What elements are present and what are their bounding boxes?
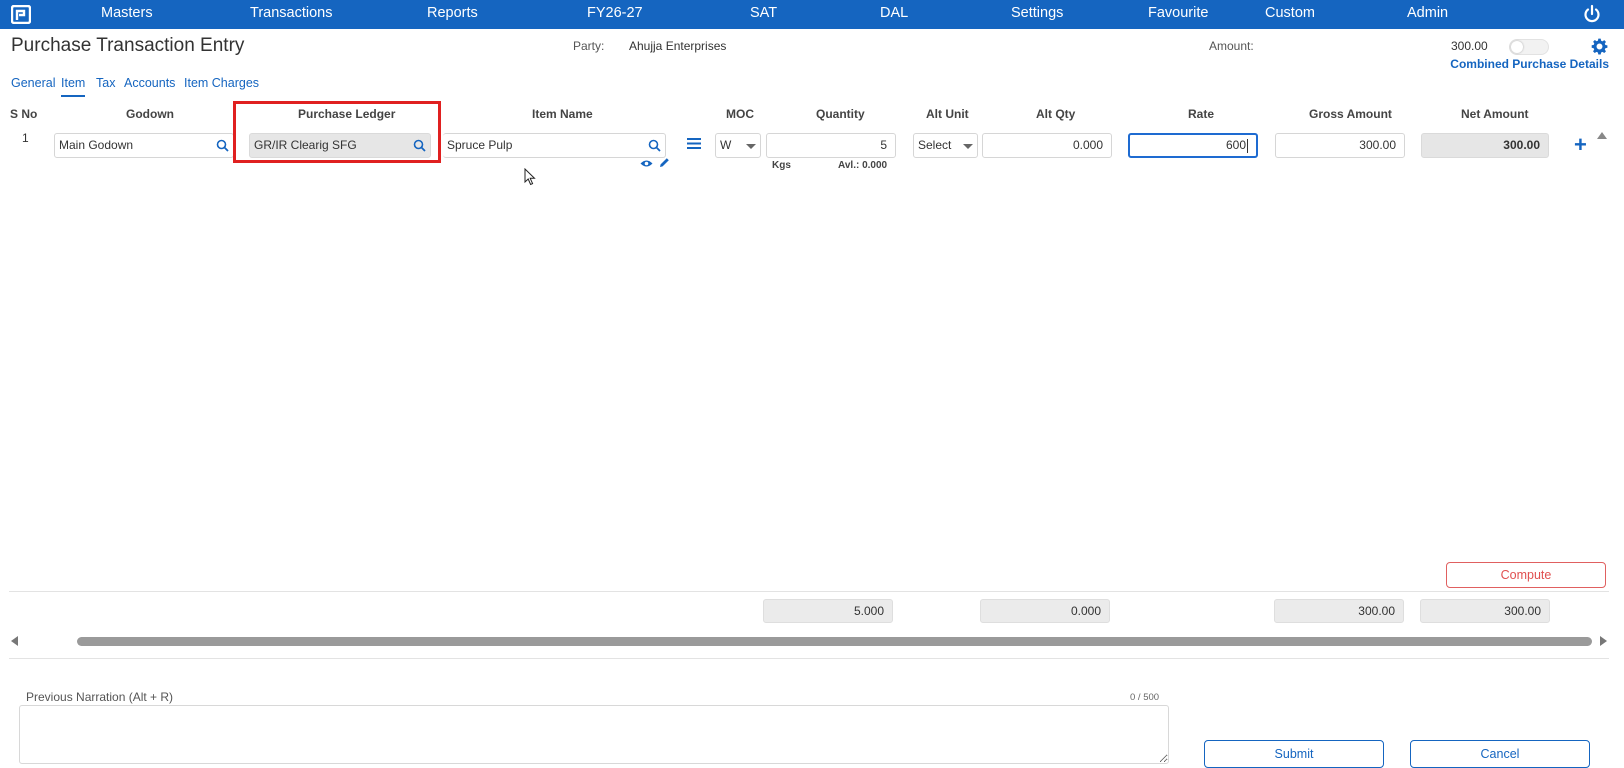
add-row-plus-icon[interactable]: + [1574, 134, 1587, 156]
col-header-gross-amount: Gross Amount [1309, 107, 1392, 121]
app-logo-icon[interactable] [11, 5, 31, 24]
total-alt-qty: 0.000 [980, 599, 1110, 623]
nav-fiscal-year[interactable]: FY26-27 [587, 0, 643, 29]
top-nav-bar: Masters Transactions Reports FY26-27 SAT… [0, 0, 1624, 29]
mouse-cursor-icon [524, 168, 536, 186]
combined-purchase-details-link[interactable]: Combined Purchase Details [1450, 57, 1609, 71]
nav-reports[interactable]: Reports [427, 0, 478, 29]
col-header-rate: Rate [1188, 107, 1215, 121]
scroll-up-arrow-icon[interactable] [1597, 132, 1607, 139]
rate-value: 600 [1225, 138, 1246, 152]
page-title: Purchase Transaction Entry [11, 35, 245, 56]
col-header-quantity: Quantity [816, 107, 865, 121]
narration-textarea[interactable] [19, 705, 1169, 764]
row-sno: 1 [22, 131, 29, 145]
gear-icon[interactable] [1591, 38, 1608, 55]
godown-field[interactable]: Main Godown [54, 133, 234, 158]
narration-divider [9, 658, 1609, 659]
nav-settings[interactable]: Settings [1011, 0, 1063, 29]
col-header-item-name: Item Name [532, 107, 593, 121]
totals-divider [9, 591, 1609, 592]
godown-search-icon[interactable] [216, 139, 229, 152]
compute-button[interactable]: Compute [1446, 562, 1606, 588]
quantity-unit: Kgs [772, 160, 791, 171]
item-name-value: Spruce Pulp [447, 138, 513, 152]
party-value: Ahujja Enterprises [629, 39, 727, 53]
godown-value: Main Godown [59, 138, 134, 152]
party-label: Party: [573, 39, 605, 53]
quantity-value: 5 [880, 138, 887, 152]
net-amount-value: 300.00 [1503, 138, 1540, 152]
submit-button[interactable]: Submit [1204, 740, 1384, 768]
pencil-icon[interactable] [659, 157, 670, 168]
moc-chevron-down-icon [746, 144, 756, 149]
item-name-field[interactable]: Spruce Pulp [443, 133, 666, 158]
alt-qty-field[interactable]: 0.000 [982, 133, 1112, 158]
col-header-alt-unit: Alt Unit [926, 107, 969, 121]
moc-select[interactable]: W [715, 133, 761, 158]
amount-toggle[interactable] [1509, 39, 1549, 55]
total-gross-amount: 300.00 [1274, 599, 1404, 623]
moc-value: W [720, 138, 732, 152]
tab-tax[interactable]: Tax [96, 76, 115, 90]
alt-unit-chevron-down-icon [963, 144, 973, 149]
col-header-sno: S No [10, 107, 38, 121]
tab-accounts[interactable]: Accounts [124, 76, 175, 90]
alt-unit-value: Select [918, 138, 952, 152]
col-header-moc: MOC [726, 107, 754, 121]
menu-lines-icon[interactable] [687, 137, 701, 150]
amount-value: 300.00 [1451, 39, 1488, 53]
eye-icon[interactable] [640, 159, 653, 168]
nav-custom[interactable]: Custom [1265, 0, 1315, 29]
nav-sat[interactable]: SAT [750, 0, 777, 29]
text-cursor [1247, 138, 1248, 153]
col-header-alt-qty: Alt Qty [1036, 107, 1076, 121]
gross-amount-field[interactable]: 300.00 [1275, 133, 1405, 158]
scroll-left-arrow-icon[interactable] [11, 636, 18, 646]
cancel-button[interactable]: Cancel [1410, 740, 1590, 768]
narration-char-count: 0 / 500 [1130, 692, 1160, 703]
rate-field[interactable]: 600 [1128, 133, 1258, 158]
alt-unit-select[interactable]: Select [913, 133, 978, 158]
tab-item[interactable]: Item [61, 76, 86, 97]
total-net-amount: 300.00 [1420, 599, 1550, 623]
nav-transactions[interactable]: Transactions [250, 0, 332, 29]
horizontal-scrollbar[interactable] [77, 637, 1592, 646]
alt-qty-value: 0.000 [1072, 138, 1103, 152]
narration-label: Previous Narration (Alt + R) [26, 690, 174, 704]
scroll-right-arrow-icon[interactable] [1600, 636, 1607, 646]
nav-dal[interactable]: DAL [880, 0, 908, 29]
col-header-godown: Godown [126, 107, 174, 121]
net-amount-field: 300.00 [1421, 133, 1549, 158]
col-header-net-amount: Net Amount [1461, 107, 1529, 121]
total-quantity: 5.000 [763, 599, 893, 623]
amount-label: Amount: [1209, 39, 1254, 53]
nav-admin[interactable]: Admin [1407, 0, 1448, 29]
purchase-ledger-highlight [233, 101, 441, 163]
nav-masters[interactable]: Masters [101, 0, 153, 29]
item-name-search-icon[interactable] [648, 139, 661, 152]
power-icon[interactable] [1582, 4, 1602, 24]
tab-item-charges[interactable]: Item Charges [184, 76, 259, 90]
quantity-field[interactable]: 5 [766, 133, 896, 158]
tab-general[interactable]: General [11, 76, 55, 90]
nav-favourite[interactable]: Favourite [1148, 0, 1208, 29]
toggle-knob [1511, 41, 1523, 53]
gross-amount-value: 300.00 [1359, 138, 1396, 152]
available-qty: Avl.: 0.000 [838, 160, 888, 171]
